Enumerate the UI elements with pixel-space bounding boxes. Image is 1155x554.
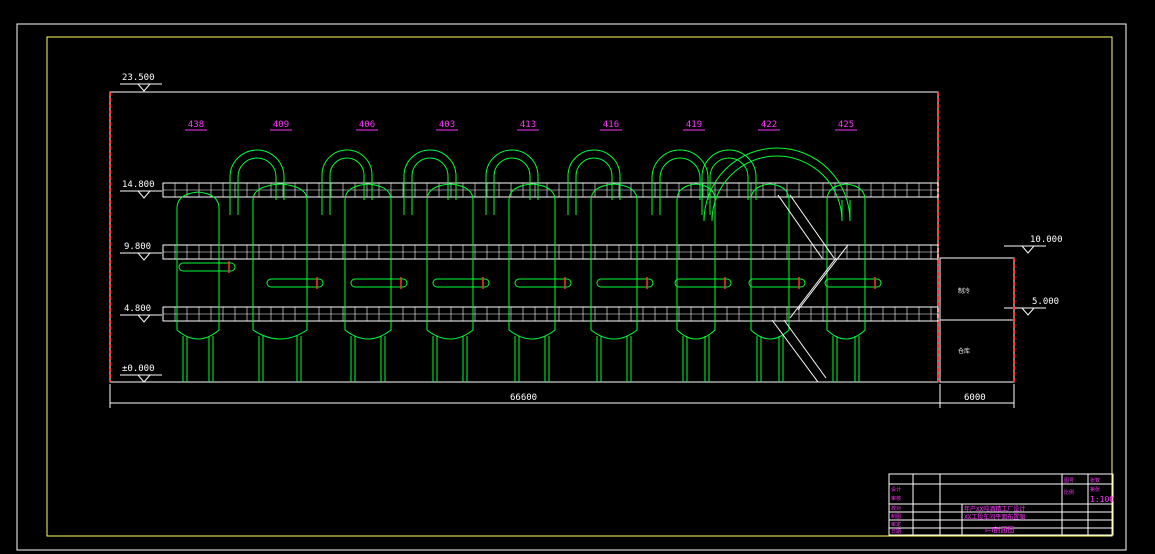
annex-room-upper: 制冷 (958, 287, 970, 295)
elevation-14800: 14.800 (122, 180, 155, 190)
equipment-label-416: 416 (603, 120, 619, 130)
equipment-label-419: 419 (686, 120, 702, 130)
elevation-ground: ±0.000 (122, 364, 155, 374)
main-width-dimension: 66600 (510, 393, 537, 403)
elevation-annex-top: 10.000 (1030, 235, 1063, 245)
title-row-label-2: 校对 (891, 505, 901, 512)
elevation-9800: 9.800 (124, 242, 151, 252)
title-row-label-4: 审定 (891, 521, 901, 528)
annex-room-lower: 仓库 (958, 347, 970, 355)
elevation-annex-mid: 5.000 (1032, 297, 1059, 307)
background (0, 0, 1155, 554)
title-row-label-3: 制图 (891, 513, 901, 520)
title-right-label-1: 比例 (1064, 489, 1074, 496)
title-row-label-0: 设计 (891, 486, 901, 493)
title-project-line1: 年产XX吨酒精工厂设计 (964, 505, 1025, 513)
equipment-label-438: 438 (188, 120, 204, 130)
equipment-label-406: 406 (359, 120, 375, 130)
title-project-line2: XX工段车间平面布置图 (964, 513, 1025, 521)
equipment-label-409: 409 (273, 120, 289, 130)
equipment-label-403: 403 (439, 120, 455, 130)
cad-drawing-canvas: 438 409 406 403 413 416 419 422 425 23.500 14.80… (0, 0, 1155, 554)
elevation-4800: 4.800 (124, 304, 151, 314)
annex-width-dimension: 6000 (964, 393, 986, 403)
equipment-label-422: 422 (761, 120, 777, 130)
equipment-label-413: 413 (520, 120, 536, 130)
title-drawing-name: Ⅰ—Ⅰ剖面图 (985, 525, 1014, 534)
title-right-cell-0: 张数 (1090, 477, 1100, 484)
title-right-label-0: 图号 (1064, 478, 1074, 484)
equipment-label-425: 425 (838, 120, 854, 130)
title-row-label-5: 日期 (891, 529, 901, 535)
title-right-cell-1: 第张 (1090, 486, 1100, 493)
title-row-label-1: 审核 (891, 495, 901, 502)
elevation-top: 23.500 (122, 73, 155, 83)
title-scale: 1:100 (1090, 495, 1114, 504)
